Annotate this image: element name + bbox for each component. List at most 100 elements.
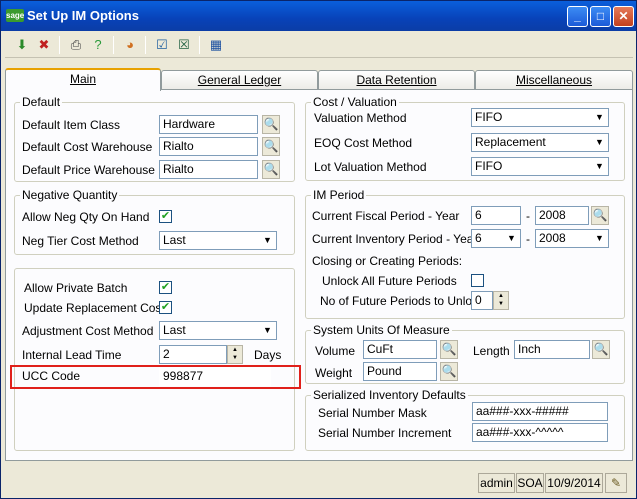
checklist-icon[interactable]: ☑ [153,36,171,54]
inventory-period-value: 6 [475,231,482,245]
future-periods-label: No of Future Periods to Unlock [320,294,485,308]
eoq-cost-select[interactable]: Replacement ▼ [471,133,609,152]
chevron-down-icon[interactable]: ▼ [259,232,276,249]
chevron-down-icon[interactable]: ▼ [591,109,608,126]
inventory-year-select[interactable]: 2008 ▼ [535,229,609,248]
allow-neg-qty-checkbox[interactable]: ✔ [159,210,172,223]
length-label: Length [473,344,510,358]
item-class-lookup-icon[interactable]: 🔍 [262,115,280,134]
spin-down-icon[interactable]: ▼ [494,300,508,308]
tab-miscellaneous[interactable]: Miscellaneous [475,70,633,90]
print-icon[interactable]: ⎙ [67,36,85,54]
tab-main-label: Main [69,72,96,86]
cost-warehouse-label: Default Cost Warehouse [22,140,153,154]
inventory-year-value: 2008 [539,231,566,245]
status-date: 10/9/2014 [545,473,603,493]
toolbar-separator [113,36,114,54]
item-class-input[interactable]: Hardware [159,115,258,134]
serial-increment-label: Serial Number Increment [318,426,452,440]
neg-tier-cost-value: Last [163,233,186,247]
internal-lead-time-label: Internal Lead Time [22,348,122,362]
weight-label: Weight [315,366,353,380]
spin-down-icon[interactable]: ▼ [228,354,242,362]
close-button[interactable]: ✕ [613,6,634,27]
valuation-method-label: Valuation Method [314,111,407,125]
chevron-down-icon[interactable]: ▼ [503,230,520,247]
serial-increment-input[interactable]: aa###-xxx-^^^^^ [472,423,608,442]
adjustment-cost-select[interactable]: Last ▼ [159,321,277,340]
neg-tier-cost-select[interactable]: Last ▼ [159,231,277,250]
chevron-down-icon[interactable]: ▼ [259,322,276,339]
minimize-button[interactable]: _ [567,6,588,27]
chevron-down-icon[interactable]: ▼ [591,158,608,175]
tab-data-retention[interactable]: Data Retention [318,70,475,90]
status-user: admin [478,473,515,493]
help-icon[interactable]: ? [89,36,107,54]
checklist-x-icon[interactable]: ☒ [175,36,193,54]
tab-general-ledger[interactable]: General Ledger [161,70,318,90]
tab-strip: Main General Ledger Data Retention Misce… [5,68,633,91]
tab-miscellaneous-label: Miscellaneous [515,73,593,87]
inventory-period-select[interactable]: 6 ▼ [471,229,521,248]
tab-main[interactable]: Main [5,68,161,91]
toolbar-separator [145,36,146,54]
future-periods-input[interactable]: 0 [471,291,493,310]
lead-time-spinner[interactable]: ▲ ▼ [227,345,243,364]
negative-quantity-title: Negative Quantity [20,188,120,202]
lot-valuation-select[interactable]: FIFO ▼ [471,157,609,176]
accept-icon[interactable]: ⬇ [13,36,31,54]
lead-time-unit: Days [254,348,282,362]
allow-private-batch-label: Allow Private Batch [24,281,128,295]
toolbar-separator [59,36,60,54]
update-replacement-cost-checkbox[interactable]: ✔ [159,301,172,314]
valuation-method-select[interactable]: FIFO ▼ [471,108,609,127]
toolbar: ⬇ ✖ ⎙ ? ◕ ☑ ☒ ▦ [5,32,633,58]
price-warehouse-input[interactable]: Rialto [159,160,258,179]
toolbar-separator [199,36,200,54]
length-input[interactable]: Inch [514,340,590,359]
spin-up-icon[interactable]: ▲ [494,292,508,300]
valuation-method-value: FIFO [475,110,503,124]
maximize-button[interactable]: □ [590,6,611,27]
allow-private-batch-checkbox[interactable]: ✔ [159,281,172,294]
fiscal-year-lookup-icon[interactable]: 🔍 [591,206,609,225]
volume-input[interactable]: CuFt [363,340,437,359]
chevron-down-icon[interactable]: ▼ [591,134,608,151]
cost-valuation-title: Cost / Valuation [311,95,399,109]
price-warehouse-lookup-icon[interactable]: 🔍 [262,160,280,179]
length-lookup-icon[interactable]: 🔍 [592,340,610,359]
title-bar[interactable]: sage Set Up IM Options _ □ ✕ [1,1,636,31]
cost-warehouse-lookup-icon[interactable]: 🔍 [262,137,280,156]
lot-valuation-label: Lot Valuation Method [314,160,427,174]
color-wheel-icon[interactable]: ◕ [121,36,139,54]
volume-label: Volume [315,344,356,358]
chevron-down-icon[interactable]: ▼ [591,230,608,247]
setup-im-options-window: sage Set Up IM Options _ □ ✕ ⬇ ✖ ⎙ ? ◕ ☑… [0,0,637,499]
tab-data-retention-label: Data Retention [356,73,437,87]
calendar-grid-icon[interactable]: ▦ [207,36,225,54]
volume-lookup-icon[interactable]: 🔍 [440,340,458,359]
cancel-icon[interactable]: ✖ [35,36,53,54]
adjustment-cost-value: Last [163,323,186,337]
unlock-future-periods-label: Unlock All Future Periods [322,274,457,288]
unlock-future-periods-checkbox[interactable] [471,274,484,287]
fiscal-dash: - [526,209,530,223]
units-of-measure-title: System Units Of Measure [311,323,452,337]
notepad-icon[interactable]: ✎ [605,473,627,493]
closing-periods-label: Closing or Creating Periods: [312,254,463,268]
main-tab-panel: Default Default Item Class Hardware 🔍 De… [5,89,633,461]
weight-input[interactable]: Pound [363,362,437,381]
future-periods-spinner[interactable]: ▲ ▼ [493,291,509,310]
fiscal-year-input[interactable]: 2008 [535,206,589,225]
fiscal-period-input[interactable]: 6 [471,206,521,225]
eoq-cost-label: EOQ Cost Method [314,136,413,150]
serial-mask-input[interactable]: aa###-xxx-##### [472,402,608,421]
allow-neg-qty-label: Allow Neg Qty On Hand [22,210,150,224]
internal-lead-time-input[interactable]: 2 [159,345,227,364]
cost-warehouse-input[interactable]: Rialto [159,137,258,156]
serialized-defaults-title: Serialized Inventory Defaults [311,388,468,402]
status-company: SOA [516,473,544,493]
spin-up-icon[interactable]: ▲ [228,346,242,354]
weight-lookup-icon[interactable]: 🔍 [440,362,458,381]
inventory-dash: - [526,232,530,246]
